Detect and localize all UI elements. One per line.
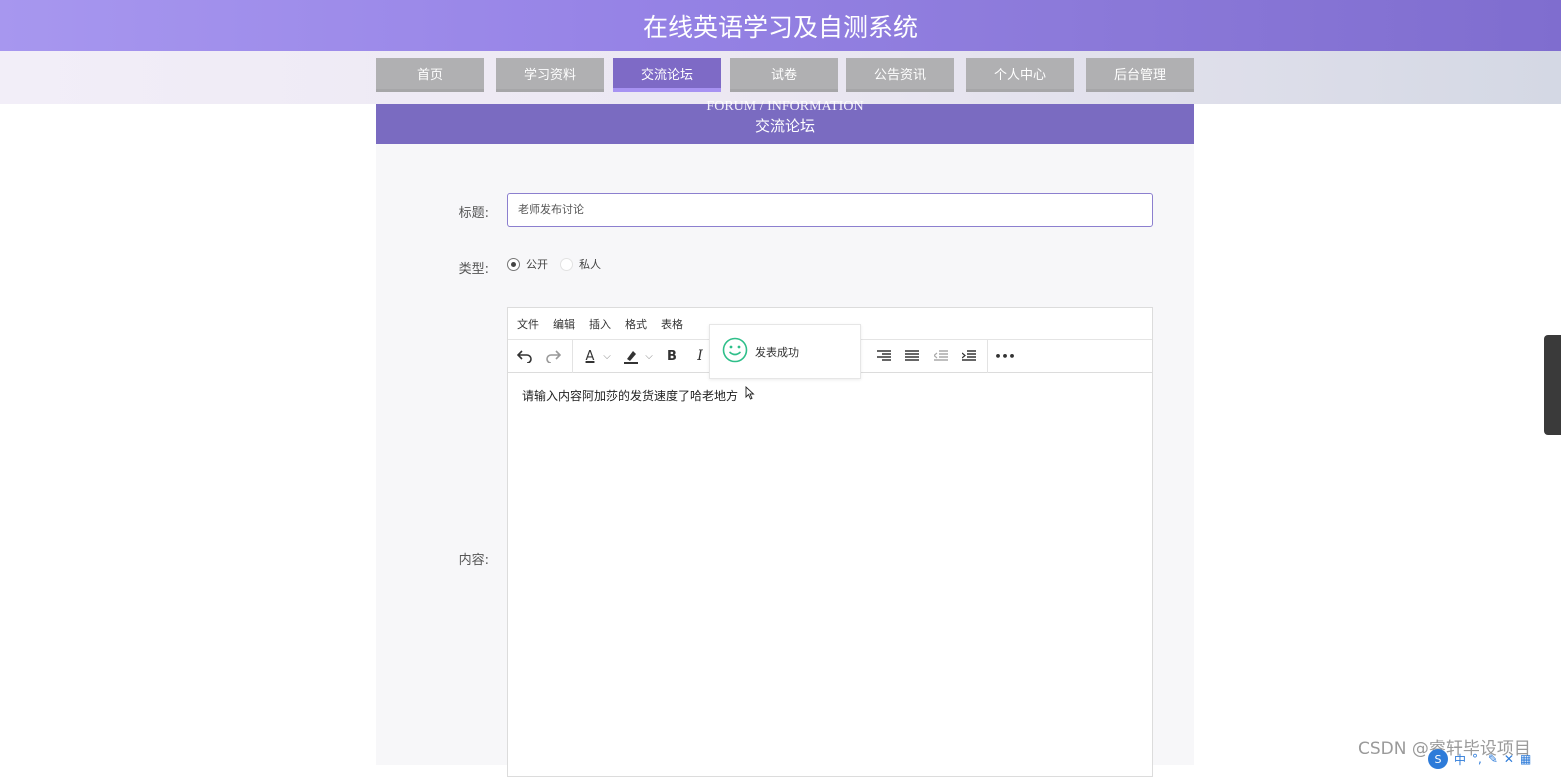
type-label: 类型: [458, 262, 489, 277]
site-title: 在线英语学习及自测系统 [642, 12, 918, 42]
align-justify-icon[interactable] [903, 346, 921, 366]
section-banner: FORUM / INFORMATION 交流论坛 [376, 100, 1194, 144]
banner-english: FORUM / INFORMATION [706, 99, 864, 114]
ime-keyboard-icon[interactable]: ▦ [1520, 752, 1531, 766]
chevron-down-icon[interactable]: ⌵ [644, 346, 654, 366]
editor-content[interactable]: 请输入内容阿加莎的发货速度了哈老地方 [508, 373, 1152, 418]
redo-icon[interactable] [544, 346, 562, 366]
bold-icon[interactable]: B [664, 346, 680, 366]
smile-icon [722, 337, 748, 367]
font-color-icon[interactable]: A [582, 346, 598, 366]
nav-item-study-materials[interactable]: 学习资料 [496, 58, 604, 92]
type-radio-group: 公开 私人 [507, 256, 613, 272]
nav-item-admin[interactable]: 后台管理 [1086, 58, 1194, 92]
outdent-icon[interactable] [932, 346, 950, 366]
content-label: 内容: [458, 553, 489, 568]
radio-private[interactable] [560, 257, 573, 271]
toolbar-separator [987, 340, 988, 373]
undo-icon[interactable] [516, 346, 534, 366]
banner-title: 交流论坛 [754, 117, 815, 135]
menu-file[interactable]: 文件 [517, 316, 539, 332]
more-icon[interactable]: ••• [994, 346, 1015, 366]
radio-public[interactable] [507, 257, 520, 271]
nav-item-news[interactable]: 公告资讯 [846, 58, 954, 92]
menu-table[interactable]: 表格 [661, 316, 683, 332]
toolbar-separator [572, 340, 573, 373]
success-toast: 发表成功 [709, 324, 861, 379]
ime-punct-icon[interactable]: °, [1472, 752, 1482, 766]
ime-logo-icon[interactable]: S [1428, 749, 1448, 769]
nav-item-personal-center[interactable]: 个人中心 [966, 58, 1074, 92]
menu-format[interactable]: 格式 [625, 316, 647, 332]
italic-icon[interactable]: I [694, 346, 706, 366]
nav-item-home[interactable]: 首页 [376, 58, 484, 92]
nav-item-forum[interactable]: 交流论坛 [613, 58, 721, 92]
main-nav: 首页 学习资料 交流论坛 试卷 公告资讯 个人中心 后台管理 [0, 51, 1561, 104]
toast-message: 发表成功 [755, 345, 799, 359]
nav-item-exam[interactable]: 试卷 [730, 58, 838, 92]
indent-icon[interactable] [960, 346, 978, 366]
ime-tool-icon[interactable]: ✕ [1504, 752, 1514, 766]
highlight-icon[interactable] [622, 346, 640, 366]
ime-pen-icon[interactable]: ✎ [1488, 752, 1498, 766]
menu-insert[interactable]: 插入 [589, 316, 611, 332]
mouse-cursor-icon [745, 385, 755, 404]
title-label: 标题: [458, 206, 489, 221]
ime-toolbar: S 中 °, ✎ ✕ ▦ [1428, 749, 1531, 769]
site-header: 在线英语学习及自测系统 [0, 0, 1561, 51]
title-input[interactable]: 老师发布讨论 [507, 193, 1153, 227]
radio-private-label[interactable]: 私人 [579, 256, 601, 272]
menu-edit[interactable]: 编辑 [553, 316, 575, 332]
align-right-icon[interactable] [875, 346, 893, 366]
radio-public-label[interactable]: 公开 [526, 256, 548, 272]
chevron-down-icon[interactable]: ⌵ [602, 346, 612, 366]
side-float-tab[interactable] [1544, 335, 1561, 435]
